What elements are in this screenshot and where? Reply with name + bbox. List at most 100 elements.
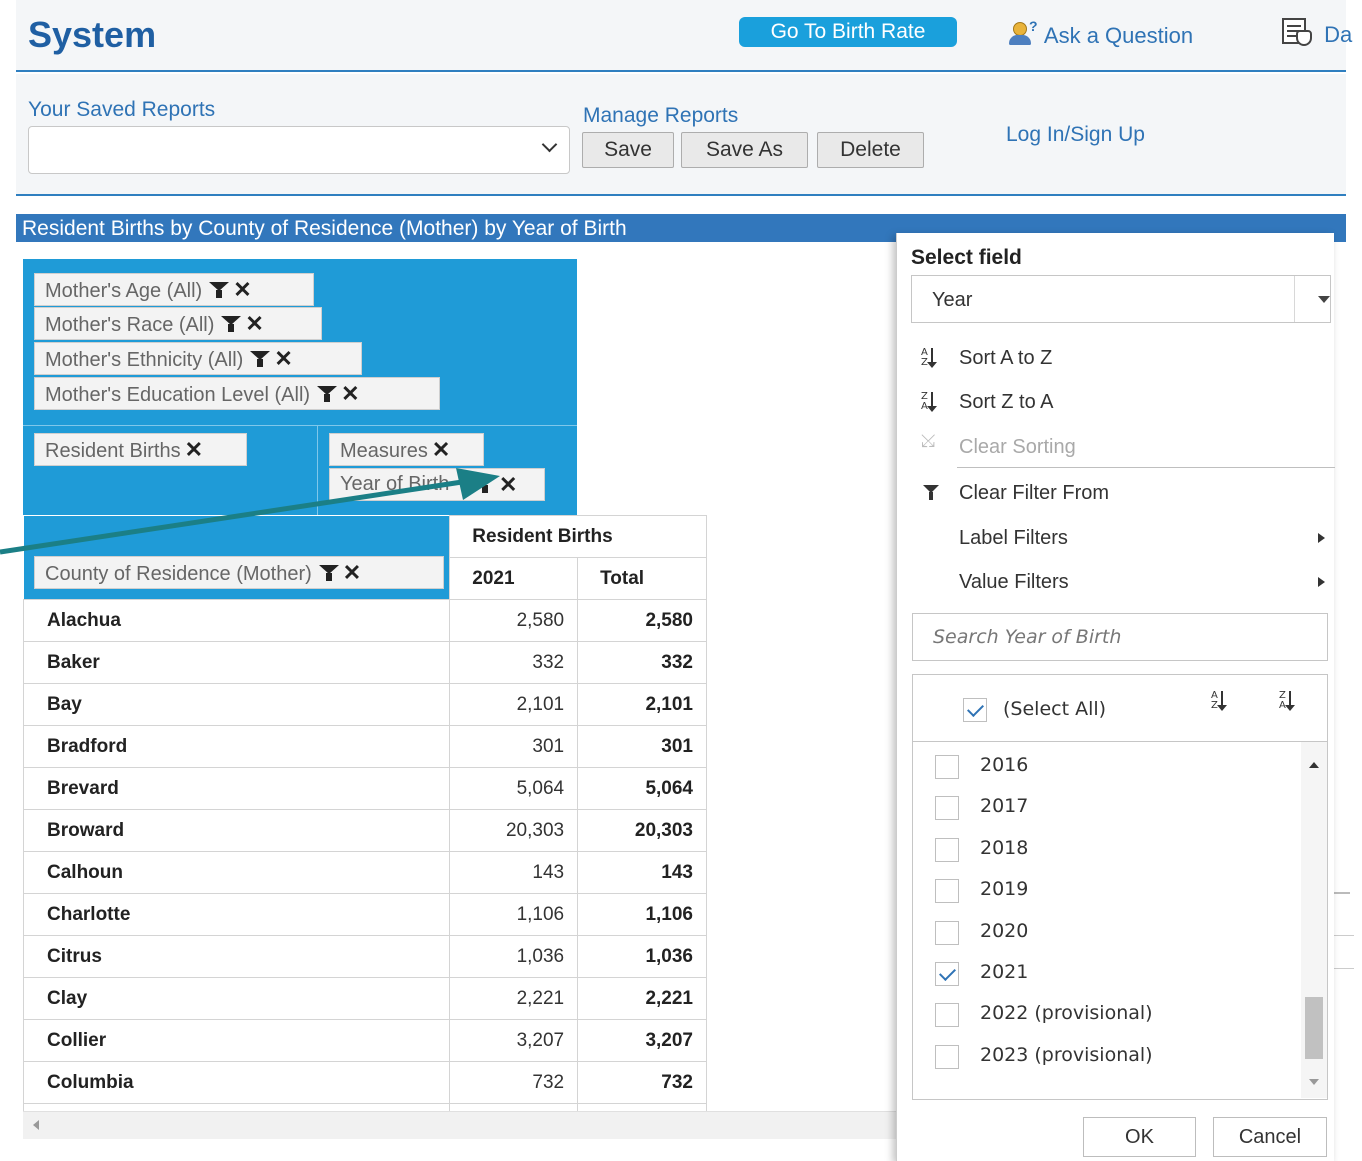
total-cell: 332 xyxy=(577,641,707,684)
value-cell: 5,064 xyxy=(449,767,579,810)
sort-az-icon[interactable]: AZ xyxy=(1211,691,1233,713)
scroll-thumb[interactable] xyxy=(1305,997,1323,1059)
value-cell: 2,221 xyxy=(449,977,579,1020)
select-all-label: (Select All) xyxy=(1003,698,1107,720)
checkbox-icon[interactable] xyxy=(935,1003,959,1028)
select-all-row[interactable]: (Select All) AZ ZA xyxy=(912,674,1328,742)
filter-chip-mothers-age[interactable]: Mother's Age (All) ✕ xyxy=(34,273,314,306)
save-as-button[interactable]: Save As xyxy=(681,132,808,168)
checkbox-icon[interactable] xyxy=(935,920,959,945)
checkbox-icon[interactable] xyxy=(935,1044,959,1069)
dropdown-triangle-icon xyxy=(1318,296,1330,303)
cancel-button[interactable]: Cancel xyxy=(1213,1117,1327,1157)
search-year-input[interactable] xyxy=(913,614,1327,660)
year-option-7[interactable]: 2023 (provisional) xyxy=(913,1036,1303,1077)
total-cell: 1,036 xyxy=(577,935,707,978)
report-hand-icon xyxy=(1280,18,1318,48)
chip-label: Mother's Education Level (All) xyxy=(45,384,311,406)
saved-reports-select[interactable] xyxy=(28,126,570,174)
horizontal-scrollbar[interactable] xyxy=(23,1111,896,1139)
table-row: Calhoun 143 143 xyxy=(23,851,707,894)
clear-filter-icon xyxy=(923,485,941,503)
checkbox-icon[interactable] xyxy=(935,962,959,986)
scroll-down-icon[interactable] xyxy=(1309,1079,1319,1085)
chip-label: Resident Births xyxy=(45,440,181,462)
menu-label-filters[interactable]: Label Filters xyxy=(911,518,1335,558)
saved-reports-label: Your Saved Reports xyxy=(28,98,216,121)
county-cell: Calhoun xyxy=(23,851,451,894)
county-cell: Clay xyxy=(23,977,451,1020)
close-icon[interactable]: ✕ xyxy=(274,343,292,374)
year-option-label: 2021 xyxy=(980,961,1029,983)
filter-chip-mothers-ethnicity[interactable]: Mother's Ethnicity (All) ✕ xyxy=(34,342,362,375)
total-cell: 143 xyxy=(577,851,707,894)
save-button[interactable]: Save xyxy=(582,132,674,168)
total-cell: 20,303 xyxy=(577,809,707,852)
filter-icon[interactable] xyxy=(221,316,242,332)
table-row: Collier 3,207 3,207 xyxy=(23,1019,707,1062)
login-signup-link[interactable]: Log In/Sign Up xyxy=(1006,123,1145,147)
menu-sort-a-to-z[interactable]: AZ Sort A to Z xyxy=(911,338,1335,378)
filter-chip-mothers-race[interactable]: Mother's Race (All) ✕ xyxy=(34,307,322,340)
value-cell: 2,580 xyxy=(449,599,579,642)
total-cell: 2,580 xyxy=(577,599,707,642)
filter-icon[interactable] xyxy=(317,386,338,402)
ok-button[interactable]: OK xyxy=(1083,1117,1196,1157)
clear-sort-icon: ⤩ xyxy=(921,430,936,450)
menu-separator xyxy=(957,467,1335,468)
scroll-up-icon[interactable] xyxy=(1309,762,1319,768)
menu-clear-sorting[interactable]: ⤩ Clear Sorting xyxy=(911,427,1335,467)
go-to-birth-rate-button[interactable]: Go To Birth Rate xyxy=(739,17,957,47)
total-cell: 3,207 xyxy=(577,1019,707,1062)
year-option-3[interactable]: 2019 xyxy=(913,870,1303,911)
year-option-5[interactable]: 2021 xyxy=(913,953,1303,994)
year-option-6[interactable]: 2022 (provisional) xyxy=(913,994,1303,1035)
checkbox-icon[interactable] xyxy=(935,837,959,862)
menu-sort-z-to-a[interactable]: ZA Sort Z to A xyxy=(911,382,1335,422)
ask-question-label: Ask a Question xyxy=(1043,23,1194,48)
value-cell: 3,207 xyxy=(449,1019,579,1062)
menu-value-filters[interactable]: Value Filters xyxy=(911,562,1335,602)
menu-label: Label Filters xyxy=(959,527,1068,549)
callout-arrow-head xyxy=(456,468,500,500)
select-all-checkbox[interactable] xyxy=(963,698,987,722)
checkbox-icon[interactable] xyxy=(935,796,959,821)
field-select[interactable]: Year xyxy=(911,275,1331,323)
value-cell: 301 xyxy=(449,725,579,768)
system-title: System xyxy=(28,14,157,55)
year-option-2[interactable]: 2018 xyxy=(913,829,1303,870)
chip-label: Mother's Ethnicity (All) xyxy=(45,349,244,371)
callout-arrow-line xyxy=(0,479,463,555)
year-option-4[interactable]: 2020 xyxy=(913,912,1303,953)
value-cell: 332 xyxy=(449,641,579,684)
year-option-1[interactable]: 2017 xyxy=(913,787,1303,828)
county-cell: Baker xyxy=(23,641,451,684)
close-icon[interactable]: ✕ xyxy=(245,308,263,339)
col-header-total[interactable]: Total xyxy=(577,557,707,600)
close-icon[interactable]: ✕ xyxy=(233,274,251,305)
search-year-box[interactable] xyxy=(912,613,1328,661)
ask-question-link[interactable]: ? Ask a Question xyxy=(1009,18,1194,49)
value-cell: 143 xyxy=(449,851,579,894)
filter-chip-mothers-education[interactable]: Mother's Education Level (All) ✕ xyxy=(34,377,440,410)
county-cell: Broward xyxy=(23,809,451,852)
filter-icon[interactable] xyxy=(250,351,271,367)
checkbox-icon[interactable] xyxy=(935,879,959,904)
vertical-scrollbar[interactable] xyxy=(1301,742,1327,1098)
table-row: Brevard 5,064 5,064 xyxy=(23,767,707,810)
chip-label: Measures xyxy=(340,440,428,462)
year-option-0[interactable]: 2016 xyxy=(913,746,1303,787)
close-icon[interactable]: ✕ xyxy=(341,378,359,409)
da-link[interactable]: Da xyxy=(1280,18,1352,48)
filter-icon[interactable] xyxy=(209,282,230,298)
menu-clear-filter[interactable]: Clear Filter From xyxy=(911,473,1335,513)
county-cell: Collier xyxy=(23,1019,451,1062)
checkbox-icon[interactable] xyxy=(935,755,959,779)
menu-label: Sort A to Z xyxy=(959,347,1053,369)
sort-za-icon[interactable]: ZA xyxy=(1279,691,1301,713)
scroll-left-icon[interactable] xyxy=(33,1120,39,1130)
chip-label: Mother's Race (All) xyxy=(45,314,215,336)
table-row: Bradford 301 301 xyxy=(23,725,707,768)
delete-button[interactable]: Delete xyxy=(817,132,924,168)
table-row: Broward 20,303 20,303 xyxy=(23,809,707,852)
